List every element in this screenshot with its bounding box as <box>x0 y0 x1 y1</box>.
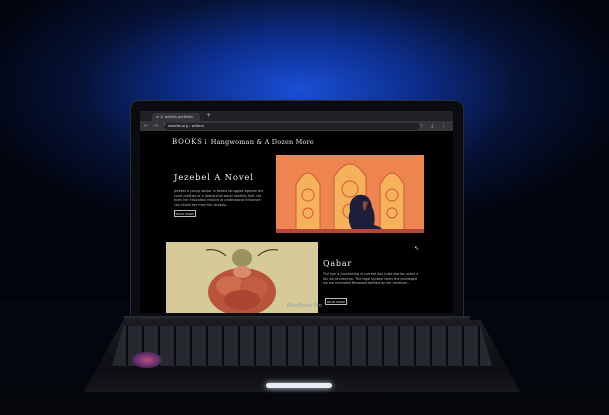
keyboard-keys <box>112 326 492 366</box>
down-arrow-icon: ↓ <box>202 138 209 146</box>
new-tab-button[interactable]: + <box>206 112 211 120</box>
site-subtitle: Hangwoman & A Dozen More <box>210 138 314 146</box>
mouse-cursor-icon: ↖ <box>414 245 420 252</box>
address-bar[interactable]: asedits.org › writers <box>164 122 420 130</box>
browser-tab[interactable]: ≡ 1r writers portfolio <box>152 113 200 121</box>
front-edge-highlight <box>266 383 332 388</box>
laptop-sticker <box>132 352 162 368</box>
site-brand: BOOKS <box>172 138 203 146</box>
browser-menu-icon[interactable]: ☆ ⤓ ⋮ <box>419 122 449 130</box>
laptop-model-label: MacBook Pro <box>286 303 323 309</box>
read-more-button-jezebel[interactable]: READ MORE <box>174 210 196 217</box>
web-page: BOOKS↓ Hangwoman & A Dozen More Jezebel … <box>140 131 453 313</box>
laptop-lid: ≡ 1r writers portfolio + ← → ↻ asedits.o… <box>130 100 464 320</box>
jezebel-cover-image[interactable] <box>276 155 424 233</box>
book-description-jezebel: Jezebel a young doctor in Kerala struggl… <box>174 189 264 207</box>
book-title-jezebel: Jezebel A Novel <box>174 173 254 183</box>
jezebel-art-illustration <box>276 155 424 233</box>
browser-tab-bar: ≡ 1r writers portfolio + <box>140 111 453 121</box>
laptop-screen: ≡ 1r writers portfolio + ← → ↻ asedits.o… <box>140 111 453 313</box>
book-title-qabar: Qabar <box>323 259 353 268</box>
browser-toolbar: ← → ↻ asedits.org › writers ☆ ⤓ ⋮ <box>140 121 453 131</box>
page-title: BOOKS↓ Hangwoman & A Dozen More <box>172 138 314 146</box>
book-description-qabar: The law is functioning in current day In… <box>323 272 419 286</box>
